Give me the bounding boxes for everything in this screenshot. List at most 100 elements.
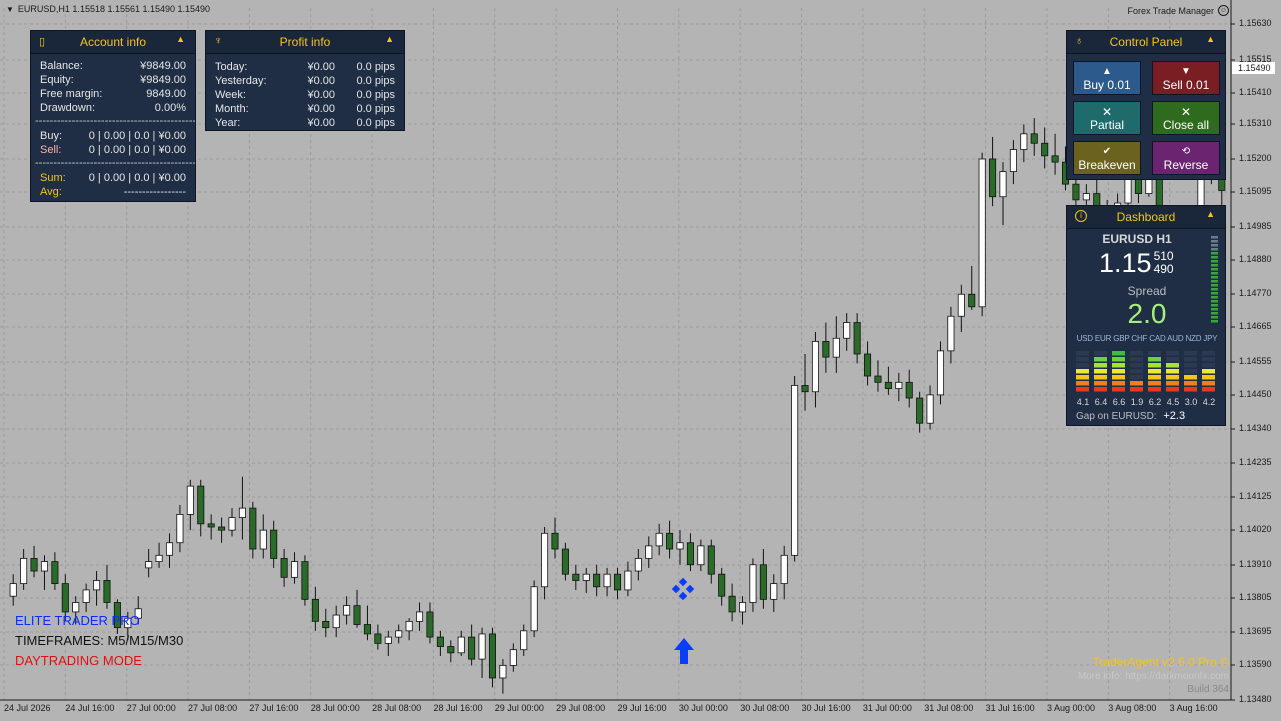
candle-body (749, 564, 757, 603)
time-axis-label: 3 Aug 08:00 (1108, 703, 1157, 713)
volume-segment (1211, 280, 1218, 283)
strength-segment (1202, 357, 1215, 362)
candle (936, 341, 945, 405)
candle (853, 313, 861, 364)
candle (999, 162, 1007, 226)
price-axis-label: 1.13910 (1239, 559, 1272, 569)
profit-row: Today: ¥0.00 0.0 pips (206, 60, 404, 74)
candle (582, 567, 590, 594)
candle-body (728, 595, 736, 613)
time-axis-label: 27 Jul 08:00 (188, 703, 238, 713)
volume-segment (1211, 316, 1218, 319)
strength-segment (1202, 387, 1215, 392)
info-icon: i (1075, 210, 1087, 222)
candle-body (874, 375, 882, 383)
volume-segment (1211, 236, 1218, 239)
profit-info-title: Profit info (279, 35, 331, 49)
collapse-icon[interactable]: ▲ (176, 34, 185, 44)
profit-info-header[interactable]: ♆ Profit info ▲ (206, 31, 404, 54)
candle (478, 627, 486, 678)
strength-segment (1112, 351, 1125, 356)
price-axis-label: 1.13805 (1239, 592, 1272, 602)
time-axis-label: 31 Jul 16:00 (985, 703, 1035, 713)
price-axis-label: 1.14555 (1239, 356, 1272, 366)
profit-row: Yesterday: ¥0.00 0.0 pips (206, 74, 404, 88)
candle (1009, 140, 1017, 185)
account-info-header[interactable]: ▯ Account info ▲ (31, 31, 195, 54)
spread-value: 2.0 (1127, 298, 1167, 329)
candle (666, 520, 674, 559)
strength-segment (1202, 381, 1215, 386)
strength-segment (1094, 369, 1107, 374)
candle-body (311, 598, 319, 622)
reverse-button[interactable]: ⟲ Reverse (1152, 141, 1220, 175)
time-axis-label: 28 Jul 08:00 (372, 703, 422, 713)
candle-body (853, 322, 861, 355)
candle (697, 539, 705, 572)
strength-segment (1184, 351, 1197, 356)
volume-segment (1211, 312, 1218, 315)
volume-segment (1211, 260, 1218, 263)
drawdown-value: 0.00% (154, 102, 186, 114)
gap-value: +2.3 (1163, 410, 1186, 422)
candle-body (666, 532, 674, 550)
partial-button[interactable]: ✕ Partial (1073, 101, 1141, 135)
profit-money: ¥0.00 (307, 75, 335, 87)
strength-segment (1130, 357, 1143, 362)
arrow-up-icon: ▲ (1102, 66, 1112, 77)
strength-segment (1094, 363, 1107, 368)
volume-segment (1211, 292, 1218, 295)
candle (1020, 124, 1028, 163)
candle (655, 523, 663, 556)
strength-segment (1166, 369, 1179, 374)
bag-icon: ♆ (214, 35, 223, 47)
control-panel-header[interactable]: ♁ Control Panel ▲ (1067, 31, 1225, 54)
candle-body (395, 630, 403, 638)
candle (895, 372, 903, 402)
candle (509, 643, 517, 672)
candle (9, 574, 17, 606)
sum-label: Sum: (40, 172, 66, 184)
close-all-button[interactable]: ✕ Close all (1152, 101, 1220, 135)
sell-label: Sell: (40, 144, 62, 156)
candle-body (864, 353, 872, 377)
dashboard-header[interactable]: i Dashboard ▲ (1067, 206, 1225, 229)
strength-value: 3.0 (1184, 397, 1198, 407)
candle-body (541, 532, 549, 588)
candle (811, 331, 819, 408)
candle-body (707, 545, 715, 575)
price-axis-label: 1.14450 (1239, 389, 1272, 399)
volume-segment (1211, 268, 1218, 271)
breakeven-button[interactable]: ✔ Breakeven (1073, 141, 1141, 175)
strength-segment (1166, 351, 1179, 356)
candle (353, 589, 361, 628)
time-axis-label: 29 Jul 08:00 (556, 703, 606, 713)
strength-segment (1148, 351, 1161, 356)
buy-button[interactable]: ▲ Buy 0.01 (1073, 61, 1141, 95)
price-axis-label: 1.13695 (1239, 626, 1272, 636)
candle-body (843, 322, 851, 339)
candle (770, 574, 778, 612)
volume-segment (1211, 256, 1218, 259)
collapse-icon[interactable]: ▲ (1206, 209, 1215, 219)
candle (624, 561, 632, 597)
collapse-icon[interactable]: ▲ (1206, 34, 1215, 44)
equity-row: Equity: ¥9849.00 (31, 73, 195, 87)
candle-body (499, 665, 507, 679)
sell-button[interactable]: ▼ Sell 0.01 (1152, 61, 1220, 95)
candle-body (530, 586, 538, 632)
gap-row: Gap on EURUSD: +2.3 (1076, 410, 1185, 422)
candle (322, 608, 330, 638)
candle-body (290, 561, 299, 578)
candle-body (259, 529, 267, 550)
candle (603, 567, 611, 597)
branding-more-info[interactable]: More info: https://darkmoonfx.com (1078, 671, 1229, 682)
strength-values: 4.1 6.4 6.6 1.9 6.2 4.5 3.0 4.2 (1074, 397, 1218, 407)
collapse-icon[interactable]: ▲ (385, 34, 394, 44)
dropdown-icon[interactable]: ▼ (6, 5, 14, 14)
strength-segment (1184, 387, 1197, 392)
candle (374, 624, 382, 650)
strength-segment (1076, 375, 1089, 380)
candle (30, 545, 38, 578)
candle-body (93, 580, 101, 591)
